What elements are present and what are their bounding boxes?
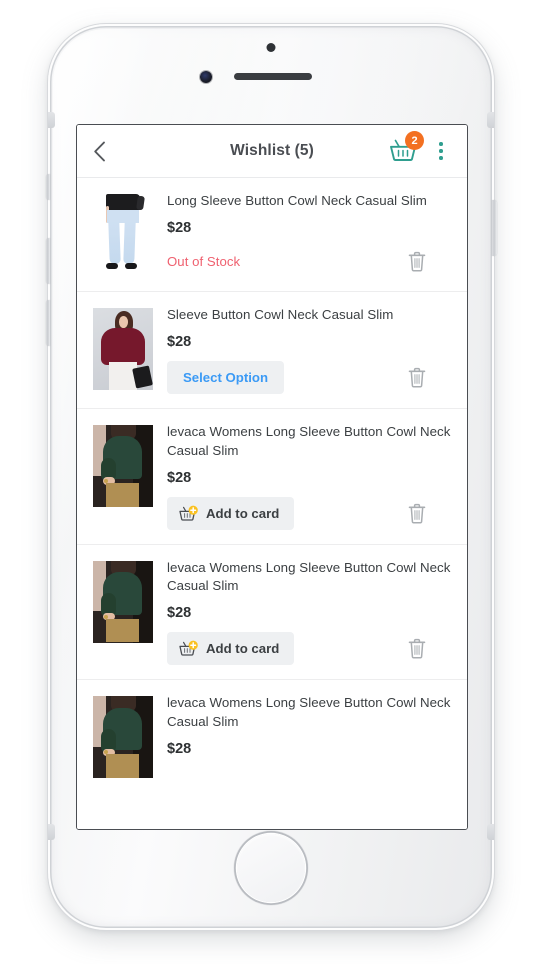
cart-button[interactable]: 2 (389, 131, 424, 165)
back-button[interactable] (93, 136, 119, 166)
earpiece-speaker (234, 73, 312, 80)
product-info: Sleeve Button Cowl Neck Casual Slim $28 … (167, 306, 453, 394)
product-info: levaca Womens Long Sleeve Button Cowl Ne… (167, 694, 453, 778)
phone-screen: Wishlist (5) 2 Long Sleeve Button Cowl N… (76, 124, 468, 830)
product-title: Long Sleeve Button Cowl Neck Casual Slim (167, 193, 427, 208)
product-action-row: Add to card (167, 632, 453, 666)
add-to-cart-button[interactable]: Add to card (167, 632, 295, 666)
wishlist-item-row[interactable]: levaca Womens Long Sleeve Button Cowl Ne… (77, 544, 467, 681)
mute-switch-button[interactable] (46, 174, 50, 200)
product-action-row: Add to card (167, 496, 453, 530)
product-thumbnail[interactable] (93, 194, 153, 276)
product-info: Long Sleeve Button Cowl Neck Casual Slim… (167, 192, 453, 277)
product-action-row: Select Option (167, 360, 453, 394)
add-to-cart-label: Add to card (206, 641, 280, 657)
add-to-cart-label: Add to card (206, 505, 280, 521)
phone-device-frame: Wishlist (5) 2 Long Sleeve Button Cowl N… (45, 24, 497, 930)
product-price: $28 (167, 219, 192, 236)
product-title: Sleeve Button Cowl Neck Casual Slim (167, 306, 394, 322)
wishlist-item-row[interactable]: Long Sleeve Button Cowl Neck Casual Slim… (77, 178, 467, 292)
antenna-band-left-top (48, 112, 55, 128)
status-badge: Out of Stock (167, 254, 241, 270)
trash-icon (408, 639, 426, 659)
chevron-left-icon (94, 141, 105, 161)
product-action-row: Out of Stock (167, 247, 453, 277)
add-to-cart-button[interactable]: Add to card (167, 496, 295, 530)
product-price: $28 (167, 741, 192, 757)
product-thumbnail[interactable] (93, 307, 153, 390)
trash-icon (408, 367, 426, 388)
delete-item-button[interactable] (403, 247, 431, 277)
product-price: $28 (167, 605, 192, 622)
kebab-dot-1 (439, 142, 443, 146)
product-info: levaca Womens Long Sleeve Button Cowl Ne… (167, 559, 453, 666)
basket-plus-icon (179, 505, 198, 522)
home-button[interactable] (237, 834, 305, 902)
delete-item-button[interactable] (403, 634, 431, 664)
delete-item-button[interactable] (403, 498, 431, 528)
antenna-band-right-bottom (487, 824, 494, 840)
volume-down-button[interactable] (45, 300, 50, 346)
cart-count-badge: 2 (405, 131, 424, 150)
product-title: levaca Womens Long Sleeve Button Cowl Ne… (167, 695, 451, 730)
power-button[interactable] (492, 200, 497, 256)
product-thumbnail[interactable] (93, 560, 153, 643)
basket-plus-icon (179, 640, 198, 657)
delete-item-button[interactable] (403, 362, 431, 392)
kebab-menu-icon[interactable] (431, 138, 451, 164)
trash-icon (408, 503, 426, 523)
product-thumbnail[interactable] (93, 424, 153, 507)
wishlist-list[interactable]: Long Sleeve Button Cowl Neck Casual Slim… (77, 178, 467, 829)
product-info: levaca Womens Long Sleeve Button Cowl Ne… (167, 423, 453, 530)
product-title: levaca Womens Long Sleeve Button Cowl Ne… (167, 559, 451, 594)
wishlist-item-row[interactable]: Sleeve Button Cowl Neck Casual Slim $28 … (77, 291, 467, 409)
select-option-button[interactable]: Select Option (167, 360, 284, 394)
trash-icon (408, 252, 426, 272)
volume-up-button[interactable] (45, 238, 50, 284)
kebab-dot-3 (439, 156, 443, 160)
proximity-sensor-icon (266, 43, 276, 52)
front-camera-icon (200, 71, 212, 83)
kebab-dot-2 (439, 149, 443, 153)
wishlist-item-row[interactable]: levaca Womens Long Sleeve Button Cowl Ne… (77, 680, 467, 793)
product-thumbnail[interactable] (93, 696, 153, 779)
product-title: levaca Womens Long Sleeve Button Cowl Ne… (167, 423, 451, 458)
header-actions: 2 (389, 131, 451, 165)
product-price: $28 (167, 333, 192, 350)
app-header: Wishlist (5) 2 (77, 125, 467, 178)
screenshot-root: Wishlist (5) 2 Long Sleeve Button Cowl N… (0, 0, 542, 964)
product-price: $28 (167, 469, 192, 486)
antenna-band-left-bottom (48, 824, 55, 840)
wishlist-item-row[interactable]: levaca Womens Long Sleeve Button Cowl Ne… (77, 408, 467, 545)
antenna-band-right-top (487, 112, 494, 128)
